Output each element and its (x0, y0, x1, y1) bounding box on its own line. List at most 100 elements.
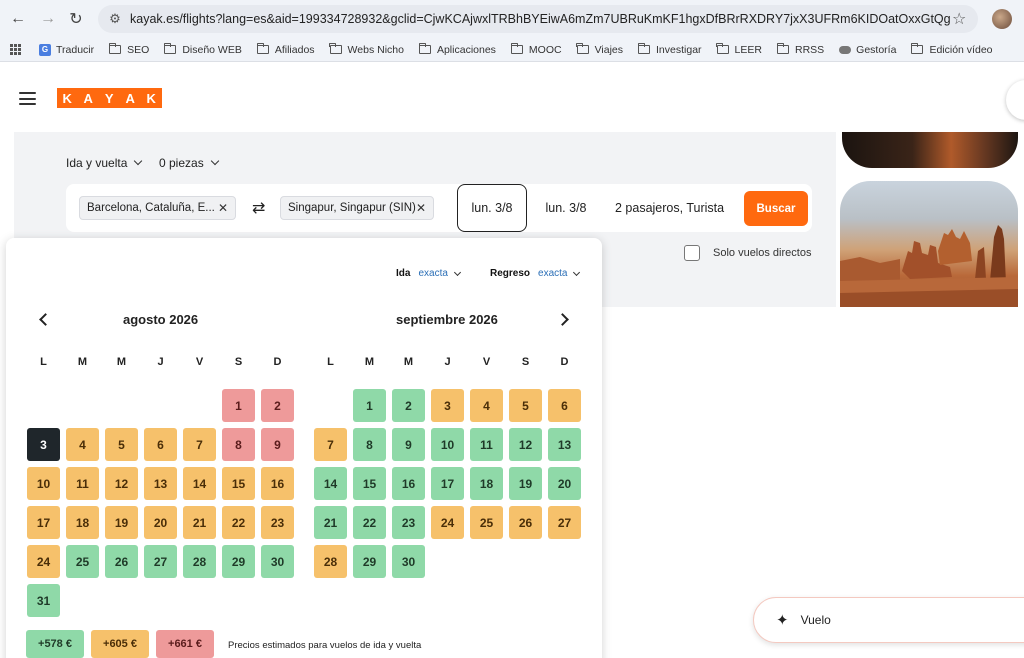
day-cell-august[interactable]: 19 (105, 506, 138, 539)
bookmark-star-icon[interactable]: ☆ (952, 9, 966, 29)
day-cell-september[interactable]: 23 (392, 506, 425, 539)
destination-chip[interactable]: Singapur, Singapur (SIN) ✕ (280, 196, 434, 220)
prev-month-arrow-icon[interactable] (35, 311, 52, 327)
day-cell-september[interactable]: 24 (431, 506, 464, 539)
day-cell-august[interactable]: 20 (144, 506, 177, 539)
day-cell-august[interactable]: 5 (105, 428, 138, 461)
day-cell-august[interactable]: 9 (261, 428, 294, 461)
day-cell-september[interactable]: 27 (548, 506, 581, 539)
bookmark-item[interactable]: Aplicaciones (418, 43, 496, 56)
day-cell-august[interactable]: 18 (66, 506, 99, 539)
direct-flights-toggle[interactable]: Solo vuelos directos (684, 245, 811, 261)
day-cell-august[interactable]: 16 (261, 467, 294, 500)
day-cell-september[interactable]: 1 (353, 389, 386, 422)
bookmark-item[interactable]: Gestoría (839, 44, 896, 56)
day-cell-august[interactable]: 23 (261, 506, 294, 539)
day-cell-august[interactable]: 22 (222, 506, 255, 539)
origin-chip[interactable]: Barcelona, Cataluña, E... ✕ (79, 196, 236, 220)
day-cell-september[interactable]: 6 (548, 389, 581, 422)
day-cell-september[interactable]: 9 (392, 428, 425, 461)
apps-grid-icon[interactable] (10, 44, 21, 55)
day-cell-september[interactable]: 15 (353, 467, 386, 500)
kayak-logo[interactable]: KAYAK (57, 88, 162, 108)
day-cell-august[interactable]: 26 (105, 545, 138, 578)
next-month-arrow-icon[interactable] (555, 311, 572, 327)
forward-arrow-icon[interactable]: → (38, 9, 58, 29)
day-cell-september[interactable]: 20 (548, 467, 581, 500)
day-cell-august[interactable]: 27 (144, 545, 177, 578)
passengers-field[interactable]: 2 pasajeros, Turista (606, 184, 736, 232)
day-cell-august[interactable]: 14 (183, 467, 216, 500)
day-cell-august[interactable]: 28 (183, 545, 216, 578)
search-button[interactable]: Buscar (744, 191, 808, 226)
day-cell-september[interactable]: 25 (470, 506, 503, 539)
bookmark-item[interactable]: Webs Nicho (329, 43, 404, 56)
day-cell-september[interactable]: 21 (314, 506, 347, 539)
bookmark-item[interactable]: LEER (716, 43, 762, 56)
address-bar[interactable]: ⚙ kayak.es/flights?lang=es&aid=199334728… (98, 5, 978, 33)
bookmark-item[interactable]: SEO (108, 43, 149, 56)
day-cell-september[interactable]: 12 (509, 428, 542, 461)
day-cell-august[interactable]: 3 (27, 428, 60, 461)
day-cell-august[interactable]: 7 (183, 428, 216, 461)
day-cell-september[interactable]: 17 (431, 467, 464, 500)
trip-type-dropdown[interactable]: Ida y vuelta (66, 156, 143, 170)
return-date-field[interactable]: lun. 3/8 (536, 184, 596, 232)
close-icon[interactable]: ✕ (416, 201, 426, 215)
day-cell-august[interactable]: 6 (144, 428, 177, 461)
site-info-icon[interactable]: ⚙ (106, 10, 124, 28)
bookmark-item[interactable]: MOOC (510, 43, 562, 56)
day-cell-august[interactable]: 17 (27, 506, 60, 539)
day-cell-august[interactable]: 15 (222, 467, 255, 500)
day-cell-september[interactable]: 5 (509, 389, 542, 422)
day-cell-september[interactable]: 14 (314, 467, 347, 500)
ida-flex-dropdown[interactable]: Ida exacta (396, 268, 461, 279)
day-cell-september[interactable]: 22 (353, 506, 386, 539)
reload-icon[interactable]: ↻ (66, 9, 86, 29)
day-cell-august[interactable]: 2 (261, 389, 294, 422)
bags-dropdown[interactable]: 0 piezas (159, 156, 219, 170)
ai-flight-assistant-button[interactable]: ✦ Vuelo (753, 597, 1024, 643)
day-cell-september[interactable]: 11 (470, 428, 503, 461)
day-cell-september[interactable]: 26 (509, 506, 542, 539)
bookmark-item[interactable]: Investigar (637, 43, 702, 56)
close-icon[interactable]: ✕ (218, 201, 228, 215)
header-round-button[interactable] (1006, 80, 1024, 120)
day-cell-september[interactable]: 7 (314, 428, 347, 461)
day-cell-august[interactable]: 8 (222, 428, 255, 461)
day-cell-august[interactable]: 13 (144, 467, 177, 500)
day-cell-september[interactable]: 8 (353, 428, 386, 461)
day-cell-august[interactable]: 31 (27, 584, 60, 617)
bookmark-item[interactable]: RRSS (776, 43, 824, 56)
bookmark-item[interactable]: Diseño WEB (164, 43, 242, 56)
day-cell-september[interactable]: 29 (353, 545, 386, 578)
bookmark-item[interactable]: Afiliados (256, 43, 315, 56)
swap-arrows-icon[interactable]: ⇄ (252, 198, 265, 218)
day-cell-august[interactable]: 10 (27, 467, 60, 500)
day-cell-august[interactable]: 29 (222, 545, 255, 578)
day-cell-august[interactable]: 24 (27, 545, 60, 578)
day-cell-august[interactable]: 30 (261, 545, 294, 578)
day-cell-august[interactable]: 25 (66, 545, 99, 578)
day-cell-september[interactable]: 19 (509, 467, 542, 500)
day-cell-september[interactable]: 2 (392, 389, 425, 422)
day-cell-september[interactable]: 10 (431, 428, 464, 461)
day-cell-august[interactable]: 12 (105, 467, 138, 500)
profile-avatar[interactable] (992, 9, 1012, 29)
day-cell-september[interactable]: 28 (314, 545, 347, 578)
day-cell-september[interactable]: 16 (392, 467, 425, 500)
day-cell-september[interactable]: 4 (470, 389, 503, 422)
day-cell-september[interactable]: 18 (470, 467, 503, 500)
day-cell-august[interactable]: 4 (66, 428, 99, 461)
bookmark-item[interactable]: G Traducir (39, 43, 94, 56)
day-cell-september[interactable]: 30 (392, 545, 425, 578)
regreso-flex-dropdown[interactable]: Regreso exacta (490, 268, 581, 279)
bookmark-item[interactable]: Viajes (576, 43, 623, 56)
direct-flights-checkbox[interactable] (684, 245, 700, 261)
day-cell-august[interactable]: 11 (66, 467, 99, 500)
day-cell-august[interactable]: 21 (183, 506, 216, 539)
menu-icon[interactable] (19, 92, 36, 105)
day-cell-august[interactable]: 1 (222, 389, 255, 422)
bookmark-item[interactable]: Edición vídeo (911, 43, 993, 56)
day-cell-september[interactable]: 13 (548, 428, 581, 461)
